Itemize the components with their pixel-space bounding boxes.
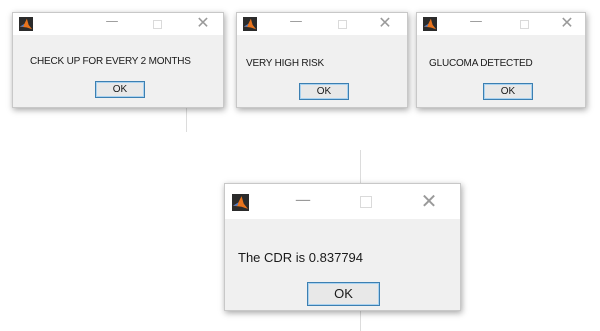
ok-button[interactable]: OK	[95, 81, 145, 98]
maximize-icon[interactable]	[360, 196, 372, 208]
message-dialog-checkup: — ✕ CHECK UP FOR EVERY 2 MONTHS OK	[12, 12, 224, 108]
maximize-icon[interactable]	[338, 20, 347, 29]
close-icon[interactable]: ✕	[559, 15, 575, 31]
matlab-icon	[243, 17, 257, 31]
dialog-titlebar: — ✕	[237, 13, 407, 35]
minimize-icon[interactable]: —	[294, 192, 312, 208]
dialog-titlebar: — ✕	[417, 13, 585, 35]
maximize-icon[interactable]	[153, 20, 162, 29]
close-icon[interactable]: ✕	[377, 15, 393, 31]
dialog-titlebar: — ✕	[13, 13, 223, 35]
dialog-message: The CDR is 0.837794	[238, 250, 364, 265]
minimize-icon[interactable]: —	[469, 15, 483, 28]
ok-button[interactable]: OK	[299, 83, 349, 100]
close-icon[interactable]: ✕	[419, 191, 439, 211]
minimize-icon[interactable]: —	[289, 15, 303, 28]
close-icon[interactable]: ✕	[195, 15, 211, 31]
minimize-icon[interactable]: —	[105, 15, 119, 28]
message-dialog-cdr: — ✕ The CDR is 0.837794 OK	[224, 183, 461, 311]
dialog-message: VERY HIGH RISK	[246, 58, 324, 69]
dialog-message: GLUCOMA DETECTED	[429, 58, 533, 69]
matlab-icon	[232, 194, 249, 211]
dialog-message: CHECK UP FOR EVERY 2 MONTHS	[30, 56, 191, 67]
message-dialog-risk: — ✕ VERY HIGH RISK OK	[236, 12, 408, 108]
matlab-icon	[423, 17, 437, 31]
maximize-icon[interactable]	[520, 20, 529, 29]
background-divider-line	[186, 108, 187, 132]
ok-button[interactable]: OK	[307, 282, 380, 306]
dialog-titlebar: — ✕	[225, 184, 460, 219]
matlab-icon	[19, 17, 33, 31]
ok-button[interactable]: OK	[483, 83, 533, 100]
message-dialog-glaucoma: — ✕ GLUCOMA DETECTED OK	[416, 12, 586, 108]
